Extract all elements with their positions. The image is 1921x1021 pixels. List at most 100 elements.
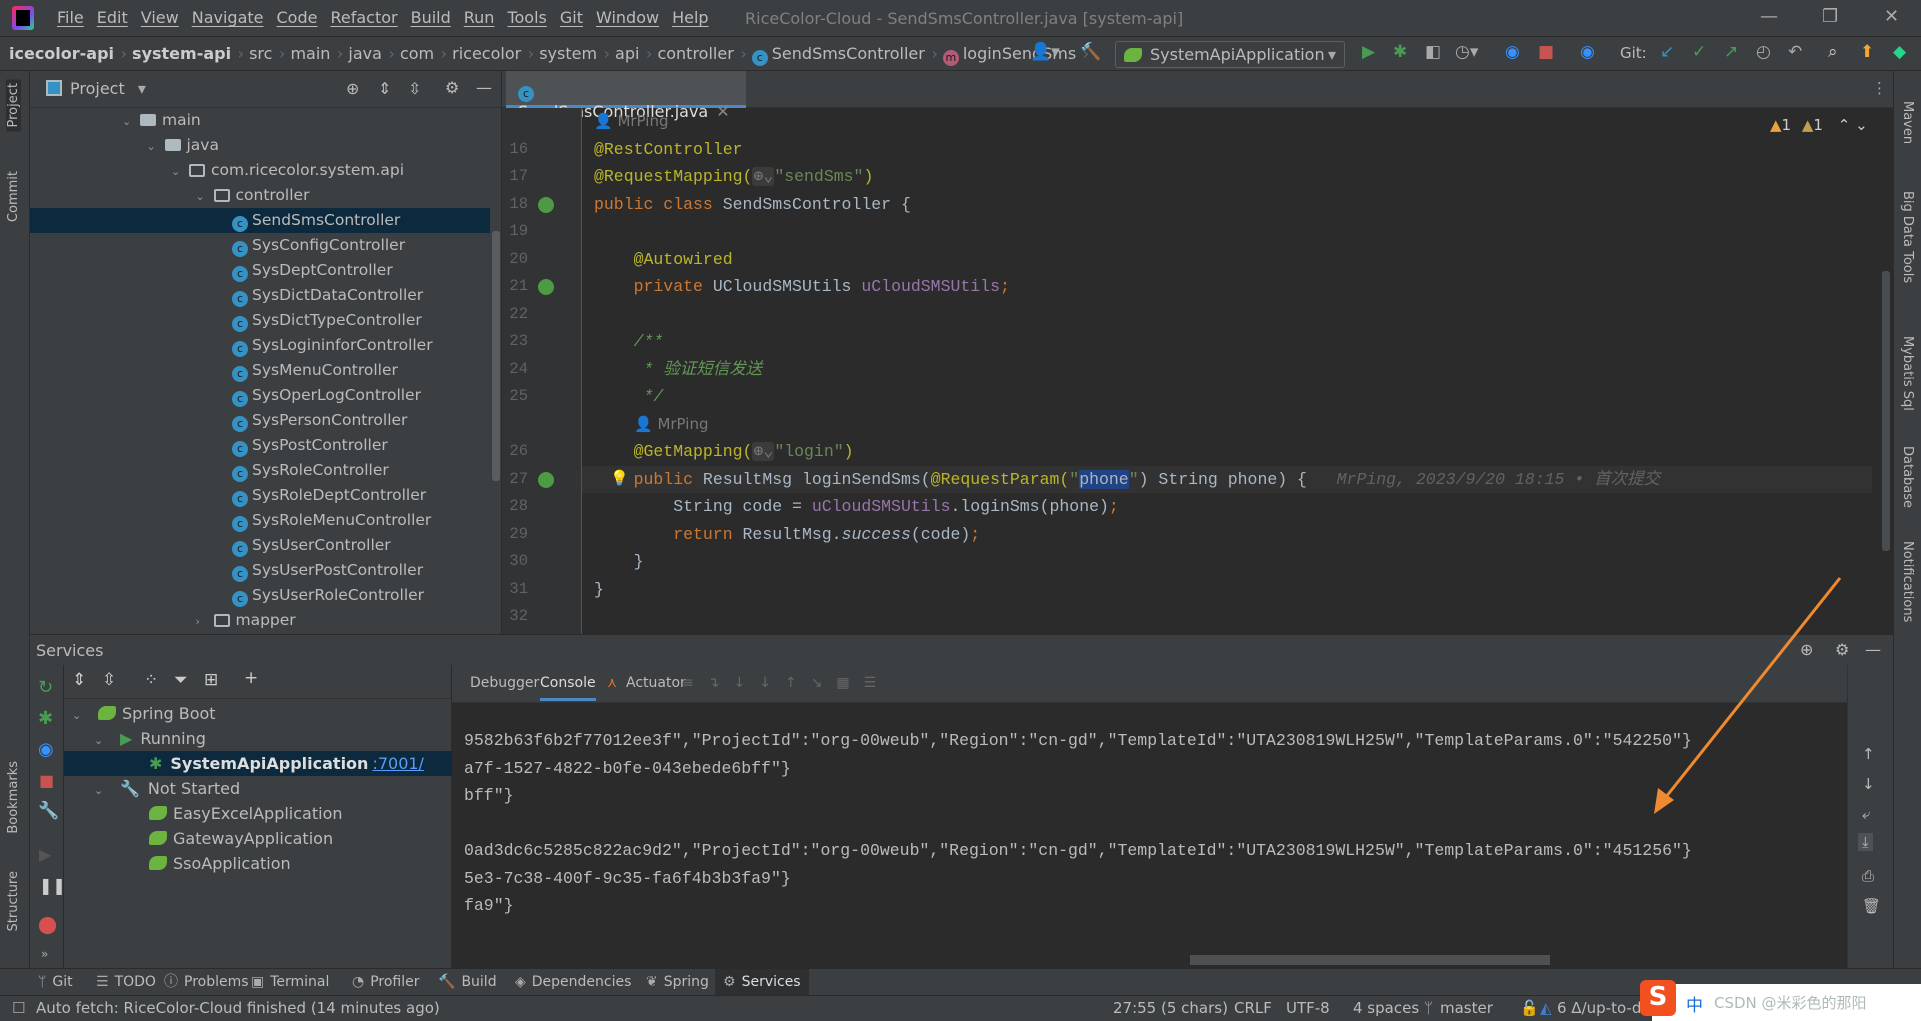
chevron-down-icon[interactable]: ⌄ [72, 703, 98, 728]
ime-language[interactable]: 中 [1686, 991, 1703, 1016]
bottom-tab-git[interactable]: ᛘ Git [30, 969, 81, 996]
service-item[interactable]: ✱ SystemApiApplication:7001/ [64, 751, 452, 776]
chevron-down-icon[interactable]: ⌄ [122, 109, 136, 134]
soft-wrap-icon[interactable]: ⤶ [1862, 805, 1870, 823]
service-item[interactable]: ⌄ ▶ Running [64, 726, 452, 751]
menu-run[interactable]: Run [464, 8, 495, 27]
new-tab-icon[interactable]: ⊞ [204, 670, 218, 690]
print-icon[interactable]: ⎙ [1862, 867, 1874, 885]
bottom-tab-build[interactable]: 🔨 Build [430, 969, 505, 996]
code-area[interactable]: 👤 MrPing @RestController @RequestMapping(⊕… [502, 108, 1893, 634]
chevron-down-icon[interactable]: ⌄ [147, 134, 161, 159]
tree-item[interactable]: ⌄ com.ricecolor.system.api [30, 158, 490, 183]
service-item[interactable]: EasyExcelApplication [64, 801, 452, 826]
trash-icon[interactable]: 🗑 [1862, 897, 1881, 915]
tree-item[interactable]: ⌄ java [30, 133, 490, 158]
tab-actuator[interactable]: Actuator [626, 675, 686, 691]
coverage-icon[interactable]: ◧ [1425, 42, 1441, 62]
status-message[interactable]: Auto fetch: RiceColor-Cloud finished (14… [36, 999, 440, 1017]
run-icon[interactable]: ▶ [1362, 42, 1375, 62]
stripe-mybatis-sql[interactable]: Mybatis Sql [1900, 336, 1915, 411]
line-separator[interactable]: CRLF [1234, 999, 1272, 1017]
git-commit-icon[interactable]: ✓ [1692, 42, 1706, 62]
project-scrollbar[interactable] [492, 231, 500, 481]
add-service-icon[interactable]: + [244, 668, 258, 688]
run-configuration-select[interactable]: SystemApiApplication ▾ [1115, 41, 1345, 68]
hide-icon[interactable]: — [1865, 640, 1881, 659]
menu-code[interactable]: Code [277, 8, 318, 27]
tree-item[interactable]: c SysRoleDeptController [30, 483, 490, 508]
bottom-tab-profiler[interactable]: ◔ Profiler [344, 969, 428, 996]
history-icon[interactable]: ◴ [1756, 42, 1771, 62]
menu-edit[interactable]: Edit [97, 8, 128, 27]
gear-icon[interactable]: ⚙ [445, 78, 459, 97]
breadcrumb-item[interactable]: controller [648, 44, 747, 66]
locate-icon[interactable]: ⊕ [346, 79, 359, 98]
tree-item[interactable]: c SendSmsController [30, 208, 490, 233]
file-encoding[interactable]: UTF-8 [1286, 999, 1330, 1017]
collapse-all-icon[interactable]: ⇳ [102, 670, 116, 690]
stripe-maven[interactable]: Maven [1900, 101, 1915, 144]
service-port-link[interactable]: :7001/ [372, 754, 424, 773]
chevron-down-icon[interactable]: ⌄ [1855, 116, 1868, 134]
update-icon[interactable]: ⬆ [1860, 42, 1874, 62]
tree-item[interactable]: c SysRoleController [30, 458, 490, 483]
menu-refactor[interactable]: Refactor [330, 8, 397, 27]
chevron-down-icon[interactable]: ⌄ [94, 728, 120, 753]
breadcrumb-item[interactable]: src [240, 44, 286, 66]
toggle-tool-windows-icon[interactable]: ☐ [12, 999, 25, 1017]
gauge-settings-icon[interactable]: ◉ [1580, 42, 1595, 62]
stop-icon[interactable]: ■ [39, 771, 54, 790]
tree-item[interactable]: c SysPersonController [30, 408, 490, 433]
tree-item[interactable]: ⌄ main [30, 108, 490, 133]
scroll-to-end-icon[interactable]: ⤓ [1858, 833, 1873, 851]
bottom-tab-spring[interactable]: ❦ Spring [638, 969, 717, 996]
service-item[interactable]: GatewayApplication [64, 826, 452, 851]
menu-navigate[interactable]: Navigate [192, 8, 264, 27]
bottom-tab-terminal[interactable]: ▣ Terminal [243, 969, 337, 996]
breadcrumb-item[interactable]: m loginSendSms [934, 44, 1090, 66]
stripe-project[interactable]: Project [6, 79, 21, 132]
tree-item[interactable]: c SysMenuController [30, 358, 490, 383]
tree-item[interactable]: c SysOperLogController [30, 383, 490, 408]
breakpoints-icon[interactable]: ⬤ [38, 915, 57, 935]
debug-step-icons[interactable]: ≡↴↓↓↑↘▦☰ [682, 675, 890, 691]
bottom-tab-services[interactable]: ⚙ Services [715, 969, 809, 996]
chevron-right-icon[interactable]: › [196, 609, 210, 634]
pause-icon[interactable]: ❚❚ [39, 876, 66, 895]
wrench-icon[interactable]: 🔧 [38, 801, 59, 821]
tree-item[interactable]: c SysDictTypeController [30, 308, 490, 333]
chevron-down-icon[interactable]: ⌄ [94, 778, 120, 803]
service-item[interactable]: ⌄ 🔧 Not Started [64, 776, 452, 801]
author-hint[interactable]: 👤 MrPing [594, 108, 668, 136]
intention-bulb-icon[interactable]: 💡 [610, 469, 629, 487]
editor-scrollbar[interactable] [1882, 271, 1890, 551]
gauge-icon[interactable]: ◉ [1505, 42, 1520, 62]
inspection-widget[interactable]: ▲1 ▲1 ⌃ ⌄ [1770, 116, 1868, 134]
chevron-down-icon[interactable]: ▾ [138, 79, 146, 98]
chevron-down-icon[interactable]: ⌄ [196, 184, 210, 209]
sogou-logo-icon[interactable]: S [1640, 980, 1676, 1016]
tab-debugger[interactable]: Debugger [470, 675, 539, 691]
search-icon[interactable]: ⌕ [1828, 42, 1838, 62]
breadcrumb-item[interactable]: main [281, 44, 343, 66]
user-icon[interactable]: 👤▾ [1030, 42, 1060, 62]
menu-file[interactable]: File [57, 8, 84, 27]
breadcrumb-item[interactable]: c SendSmsController [743, 44, 938, 66]
git-branch[interactable]: master [1440, 999, 1493, 1017]
vcs-changes[interactable]: 6 Δ/up-to-d [1557, 999, 1641, 1017]
breadcrumb-item[interactable]: system [530, 44, 610, 66]
console-h-scrollbar[interactable] [1190, 955, 1550, 965]
tree-item[interactable]: c SysLogininforController [30, 333, 490, 358]
stop-icon[interactable]: ■ [1538, 42, 1554, 62]
group-by-icon[interactable]: ⁘ [144, 670, 158, 690]
tree-item[interactable]: c SysDictDataController [30, 283, 490, 308]
hide-icon[interactable]: — [476, 78, 492, 97]
more-options-icon[interactable]: ⋮ [1872, 79, 1887, 97]
down-icon[interactable]: ↓ [1862, 775, 1875, 793]
tree-item[interactable]: c SysUserController [30, 533, 490, 558]
bottom-tab-problems[interactable]: ⓘ Problems [156, 969, 257, 996]
tree-item[interactable]: c SysPostController [30, 433, 490, 458]
up-icon[interactable]: ↑ [1862, 745, 1875, 763]
author-hint[interactable]: 👤 MrPing [634, 411, 708, 439]
